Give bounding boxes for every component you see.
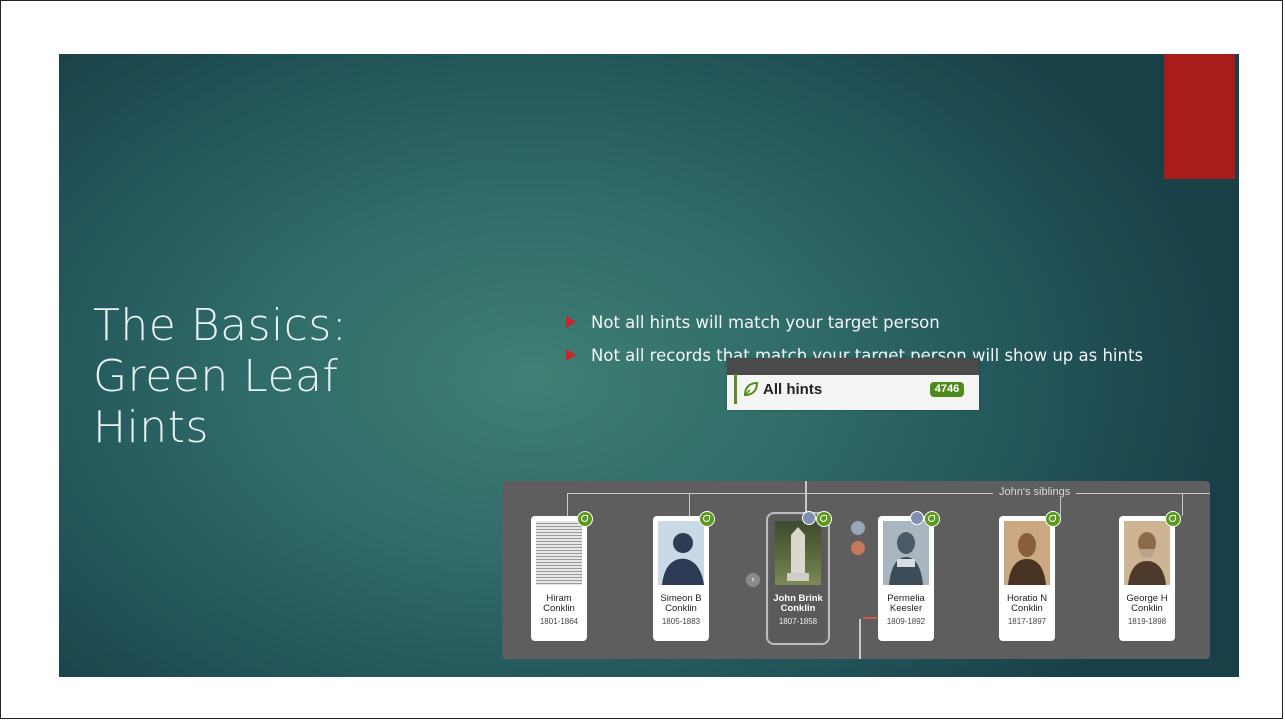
silhouette-avatar: [658, 521, 704, 585]
slide-title: The Basics: Green Leaf Hints: [93, 300, 423, 453]
hints-header-bar: [727, 358, 979, 375]
connector-line: [1182, 493, 1183, 516]
person-card[interactable]: Simeon B Conklin 1805-1883: [653, 511, 715, 641]
spouse-connector: [863, 617, 877, 619]
bullet-text: Not all hints will match your target per…: [591, 313, 940, 332]
bullet-arrow-icon: [566, 349, 576, 361]
person-dates: 1817-1897: [1007, 617, 1047, 626]
person-name: John Brink Conklin: [773, 593, 823, 614]
person-dates: 1819-1898: [1127, 617, 1167, 626]
portrait-photo: [1124, 521, 1170, 585]
person-name: Simeon B Conklin: [660, 593, 702, 614]
person-card[interactable]: Permelia Keesler 1809-1892: [878, 511, 940, 641]
gravestone-photo: [775, 521, 821, 585]
person-name: Permelia Keesler: [887, 593, 925, 614]
person-name: Horatio N Conklin: [1006, 593, 1048, 614]
hint-leaf-icon[interactable]: [1045, 511, 1061, 527]
hint-leaf-icon[interactable]: [816, 511, 832, 527]
bell-icon[interactable]: [802, 511, 816, 525]
person-dates: 1805-1883: [661, 617, 701, 626]
hint-leaf-icon[interactable]: [924, 511, 940, 527]
person-card[interactable]: George H Conklin 1819-1898: [1119, 511, 1181, 641]
connector-line: [859, 619, 861, 659]
bullet-item: Not all hints will match your target per…: [563, 312, 1213, 333]
title-line-3: Hints: [93, 402, 209, 453]
person-dates: 1807-1858: [778, 617, 818, 626]
hint-leaf-icon[interactable]: [577, 511, 593, 527]
spouse-avatar-icon[interactable]: [851, 541, 865, 555]
title-line-1: The Basics:: [93, 300, 348, 351]
title-line-2: Green Leaf: [93, 351, 339, 402]
person-dates: 1809-1892: [886, 617, 926, 626]
person-card[interactable]: Horatio N Conklin 1817-1897: [999, 511, 1061, 641]
person-card[interactable]: Hiram Conklin 1801-1864: [531, 511, 593, 641]
bell-icon[interactable]: [910, 511, 924, 525]
connector-line: [567, 493, 568, 516]
bullet-arrow-icon: [566, 316, 576, 328]
hint-leaf-icon[interactable]: [1165, 511, 1181, 527]
chevron-right-icon[interactable]: ›: [746, 573, 760, 587]
document-image: [536, 521, 582, 585]
person-name: Hiram Conklin: [543, 593, 575, 614]
connector-line: [567, 493, 1210, 494]
leaf-icon: [743, 381, 759, 397]
family-tree-panel: John's siblings Hiram Conklin 1801-1864 S…: [502, 481, 1210, 659]
hints-count-badge: 4746: [930, 382, 964, 397]
hints-selected-indicator: [734, 374, 737, 404]
spouse-avatar-icon[interactable]: [851, 521, 865, 535]
siblings-label: John's siblings: [993, 486, 1077, 498]
person-dates: 1801-1864: [539, 617, 579, 626]
all-hints-widget[interactable]: All hints 4746: [727, 358, 979, 410]
person-card-focus[interactable]: John Brink Conklin 1807-1858: [766, 511, 832, 645]
all-hints-label: All hints: [763, 381, 823, 398]
person-name: George H Conklin: [1126, 593, 1168, 614]
hint-leaf-icon[interactable]: [699, 511, 715, 527]
portrait-photo: [883, 521, 929, 585]
connector-line: [689, 493, 690, 516]
red-accent-tab: [1164, 54, 1235, 179]
portrait-photo: [1004, 521, 1050, 585]
